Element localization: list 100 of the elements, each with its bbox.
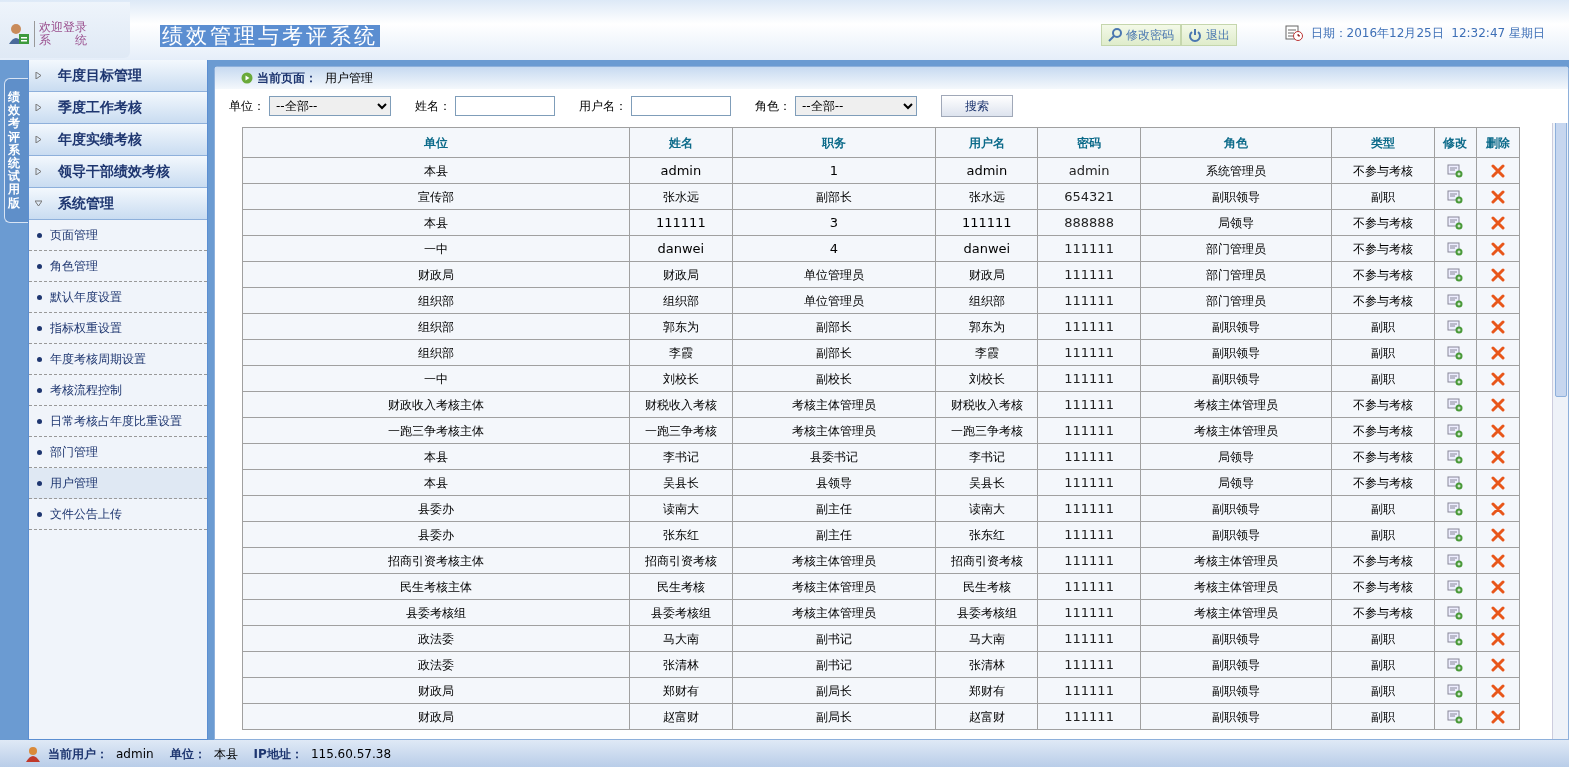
table-cell: 副局长 — [732, 703, 936, 730]
menu-item[interactable]: 年度考核周期设置 — [29, 344, 207, 375]
edit-icon[interactable] — [1447, 268, 1464, 282]
input-field[interactable] — [631, 96, 731, 116]
delete-icon[interactable] — [1490, 580, 1505, 594]
table-cell: 部门管理员 — [1140, 261, 1332, 288]
table-cell: 财政局 — [935, 261, 1038, 288]
table-cell: 111111 — [1037, 599, 1141, 626]
table-cell: 不参与考核 — [1331, 209, 1435, 236]
table-cell: 不参与考核 — [1331, 599, 1435, 626]
header-button[interactable]: 退出 — [1180, 24, 1237, 46]
edit-icon[interactable] — [1447, 346, 1464, 360]
table-cell: 考核主体管理员 — [732, 417, 936, 444]
menu-item[interactable]: 考核流程控制 — [29, 375, 207, 406]
select-field[interactable]: --全部-- — [795, 96, 917, 116]
table-cell: 组织部 — [242, 339, 630, 366]
search-button[interactable]: 搜索 — [941, 95, 1013, 117]
table-cell: 副职 — [1331, 703, 1435, 730]
table-cell: 本县 — [242, 443, 630, 470]
menu-group[interactable]: 领导干部绩效考核 — [29, 156, 207, 188]
table-cell: 考核主体管理员 — [1140, 417, 1332, 444]
table-cell: 县委考核组 — [242, 599, 630, 626]
menu-item[interactable]: 指标权重设置 — [29, 313, 207, 344]
table-cell: admin — [935, 157, 1038, 184]
edit-icon[interactable] — [1447, 216, 1464, 230]
edit-icon[interactable] — [1447, 372, 1464, 386]
delete-icon[interactable] — [1490, 658, 1505, 672]
menu-item[interactable]: 页面管理 — [29, 220, 207, 251]
table-cell: 111111 — [1037, 235, 1141, 262]
edit-icon[interactable] — [1447, 554, 1464, 568]
table-cell: 局领导 — [1140, 209, 1332, 236]
table-cell: 111111 — [1037, 625, 1141, 652]
menu-item[interactable]: 日常考核占年度比重设置 — [29, 406, 207, 437]
edit-icon[interactable] — [1447, 294, 1464, 308]
table-cell: 考核主体管理员 — [732, 391, 936, 418]
delete-icon[interactable] — [1490, 684, 1505, 698]
delete-icon[interactable] — [1490, 450, 1505, 464]
edit-icon[interactable] — [1447, 528, 1464, 542]
delete-icon[interactable] — [1490, 372, 1505, 386]
delete-icon[interactable] — [1490, 268, 1505, 282]
delete-icon[interactable] — [1490, 242, 1505, 256]
edit-icon[interactable] — [1447, 320, 1464, 334]
edit-icon[interactable] — [1447, 398, 1464, 412]
edit-icon[interactable] — [1447, 710, 1464, 724]
scrollbar[interactable] — [1552, 123, 1568, 739]
edit-icon[interactable] — [1447, 164, 1464, 178]
delete-icon[interactable] — [1490, 320, 1505, 334]
menu-group[interactable]: 季度工作考核 — [29, 92, 207, 124]
edit-icon[interactable] — [1447, 476, 1464, 490]
table-cell: 吴县长 — [629, 469, 732, 496]
delete-icon[interactable] — [1490, 554, 1505, 568]
edit-icon[interactable] — [1447, 606, 1464, 620]
delete-icon[interactable] — [1490, 528, 1505, 542]
table-cell: 李霞 — [629, 339, 732, 366]
edit-icon[interactable] — [1447, 190, 1464, 204]
select-field[interactable]: --全部-- — [269, 96, 391, 116]
bullet-icon — [37, 449, 42, 455]
delete-icon[interactable] — [1490, 164, 1505, 178]
menu-group[interactable]: 年度目标管理 — [29, 60, 207, 92]
table-cell: 李书记 — [629, 443, 732, 470]
table-cell: 111111 — [935, 209, 1038, 236]
menu-item[interactable]: 文件公告上传 — [29, 499, 207, 530]
edit-icon[interactable] — [1447, 502, 1464, 516]
menu-item[interactable]: 角色管理 — [29, 251, 207, 282]
edit-icon[interactable] — [1447, 424, 1464, 438]
input-field[interactable] — [455, 96, 555, 116]
status-label: IP地址： — [253, 745, 303, 763]
edit-icon[interactable] — [1447, 242, 1464, 256]
filter-label: 角色： — [755, 98, 791, 115]
delete-icon[interactable] — [1490, 346, 1505, 360]
edit-icon[interactable] — [1447, 450, 1464, 464]
edit-icon[interactable] — [1447, 580, 1464, 594]
delete-icon[interactable] — [1490, 606, 1505, 620]
delete-icon[interactable] — [1490, 190, 1505, 204]
delete-icon[interactable] — [1490, 476, 1505, 490]
delete-icon[interactable] — [1490, 294, 1505, 308]
welcome-text: 欢迎登录 — [39, 21, 87, 34]
table-cell: 考核主体管理员 — [732, 547, 936, 574]
delete-icon[interactable] — [1490, 216, 1505, 230]
delete-icon[interactable] — [1490, 632, 1505, 646]
menu-group[interactable]: 系统管理 — [29, 188, 207, 220]
menu-item[interactable]: 默认年度设置 — [29, 282, 207, 313]
table-cell: 部门管理员 — [1140, 287, 1332, 314]
edit-icon[interactable] — [1447, 632, 1464, 646]
menu-group[interactable]: 年度实绩考核 — [29, 124, 207, 156]
delete-icon[interactable] — [1490, 502, 1505, 516]
menu-item[interactable]: 用户管理 — [29, 468, 207, 499]
edit-icon[interactable] — [1447, 658, 1464, 672]
delete-icon[interactable] — [1490, 710, 1505, 724]
play-icon — [241, 72, 253, 84]
delete-icon[interactable] — [1490, 424, 1505, 438]
table-cell: 考核主体管理员 — [1140, 547, 1332, 574]
delete-icon[interactable] — [1490, 398, 1505, 412]
table-cell: 财政收入考核主体 — [242, 391, 630, 418]
table-cell: 民生考核主体 — [242, 573, 630, 600]
table-cell: 组织部 — [242, 287, 630, 314]
edit-icon[interactable] — [1447, 684, 1464, 698]
header-button[interactable]: 修改密码 — [1100, 24, 1181, 46]
power-icon — [1187, 28, 1202, 42]
table-cell: 111111 — [1037, 703, 1141, 730]
